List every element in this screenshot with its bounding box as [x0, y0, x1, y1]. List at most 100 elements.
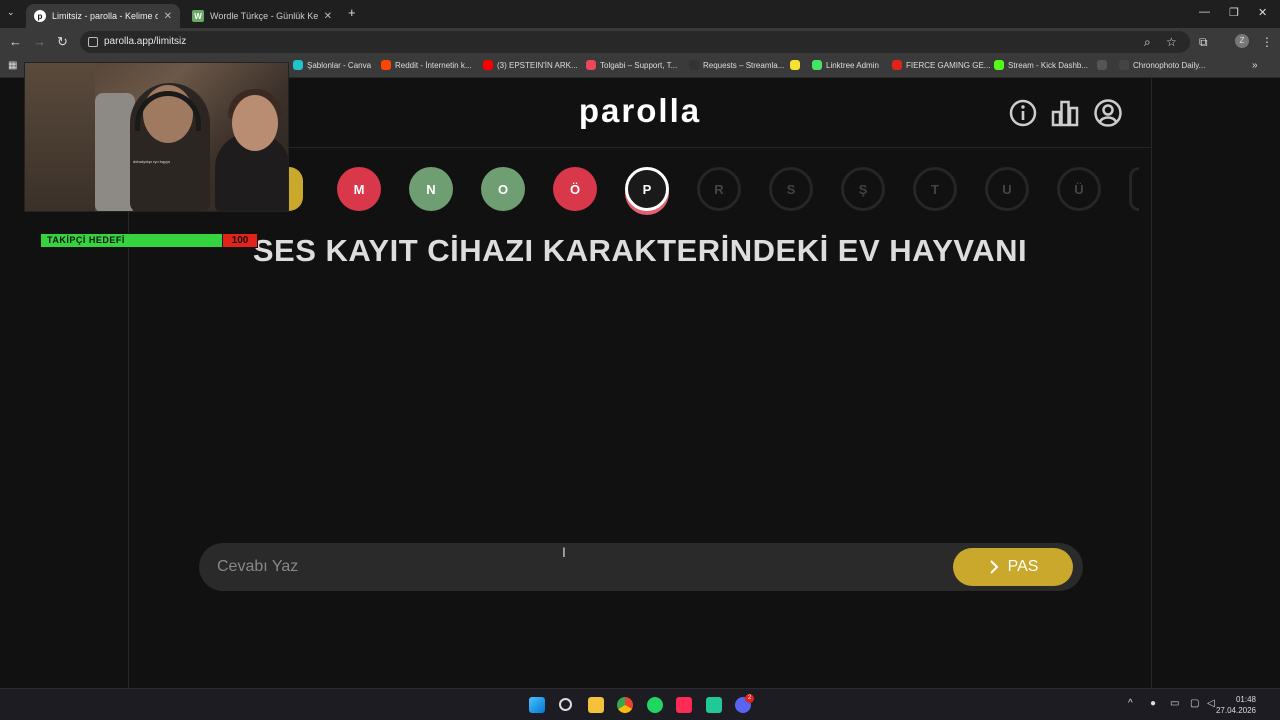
webcam-chair [95, 93, 135, 211]
clock[interactable]: 01:48 27.04.2026 [1216, 694, 1256, 716]
chrome-icon[interactable] [617, 697, 633, 713]
new-tab-button[interactable]: + [348, 5, 356, 20]
keyboard-icon[interactable]: ▭ [1170, 698, 1179, 709]
reload-icon[interactable]: ↻ [57, 34, 68, 50]
spotify-icon[interactable] [647, 697, 663, 713]
clock-date: 27.04.2026 [1215, 706, 1256, 715]
chevron-right-icon [989, 560, 998, 574]
wordle-favicon-icon: W [192, 10, 204, 22]
window-close-icon[interactable]: ✕ [1258, 6, 1267, 19]
bookmark-chronophoto[interactable]: Chronophoto Daily... [1119, 60, 1205, 70]
letter-circle: R [697, 167, 741, 211]
bookmark-tolgabi[interactable]: Tolgabi – Support, T... [586, 60, 677, 70]
tab-limitsiz[interactable]: p Limitsiz - parolla - Kelime oyunu ✕ [26, 4, 180, 28]
search-icon[interactable] [559, 698, 572, 711]
url-text: parolla.app/limitsiz [104, 36, 187, 47]
parolla-favicon-icon: p [34, 10, 46, 22]
letter-circle: P [625, 167, 669, 211]
zoom-icon[interactable]: ⌕ [1144, 35, 1151, 50]
forward-icon[interactable]: → [33, 34, 46, 49]
menu-icon[interactable]: ⋮ [1261, 35, 1273, 49]
close-icon[interactable]: ✕ [324, 11, 332, 22]
tray-chevron-icon[interactable]: ^ [1128, 698, 1133, 709]
answer-box: PAS [199, 543, 1083, 591]
restore-icon[interactable]: ❐ [1229, 6, 1239, 19]
user-icon[interactable] [1093, 98, 1123, 128]
stats-icon[interactable] [1050, 98, 1080, 128]
follower-goal-value: 100 [223, 234, 257, 247]
kick-icon [994, 60, 1004, 70]
youtube-icon [483, 60, 493, 70]
address-toolbar: ← → ↻ parolla.app/limitsiz ⌕ ☆ ⧉ Z ⋮ [0, 28, 1280, 56]
letter-circle: O [481, 167, 525, 211]
clock-time: 01:48 [1235, 695, 1256, 704]
webcam-shirt-text: ddrudydqn ryo bqyys [133, 159, 171, 164]
bookmark-kick[interactable]: Stream - Kick Dashb... [994, 60, 1088, 70]
letter-circle: Ü [1057, 167, 1101, 211]
bookmark-github[interactable] [1097, 60, 1111, 70]
bookmark-youtube[interactable]: (3) EPSTEIN'İN ARK... [483, 60, 578, 70]
letter-circle: U [985, 167, 1029, 211]
bookmark-label: Tolgabi – Support, T... [600, 60, 678, 70]
bookmark-snapchat[interactable] [790, 60, 804, 70]
question-text: SES KAYIT CİHAZI KARAKTERİNDEKİ EV HAYVA… [252, 233, 1028, 268]
network-icon[interactable]: ▢ [1190, 698, 1199, 709]
tab-title: Limitsiz - parolla - Kelime oyunu [52, 11, 158, 21]
more-bookmarks-icon[interactable]: » [1252, 60, 1258, 71]
canva-icon [293, 60, 303, 70]
windows-start-icon[interactable] [529, 697, 545, 713]
letter-circle: S [769, 167, 813, 211]
browser-tab-bar: ⌄ p Limitsiz - parolla - Kelime oyunu ✕ … [0, 0, 1280, 28]
site-info-icon[interactable] [88, 37, 98, 47]
extensions-icon[interactable]: ⧉ [1199, 35, 1208, 50]
fierce-icon [892, 60, 902, 70]
minimize-icon[interactable]: — [1199, 6, 1210, 18]
answer-input[interactable] [217, 553, 917, 581]
app-green-icon[interactable] [706, 697, 722, 713]
tiktok-icon[interactable] [676, 697, 692, 713]
bookmark-star-icon[interactable]: ☆ [1166, 35, 1177, 49]
bookmark-linktree[interactable]: Linktree Admin [812, 60, 879, 70]
microphone-icon[interactable]: ● [1150, 698, 1156, 709]
follower-goal-label: TAKİPÇİ HEDEFİ [47, 235, 125, 245]
url-bar[interactable]: parolla.app/limitsiz [80, 31, 1190, 53]
letter-circle: Ş [841, 167, 885, 211]
apps-grid-icon[interactable]: ▦ [8, 60, 17, 71]
bookmark-label: Linktree Admin [826, 60, 879, 70]
bookmark-label: (3) EPSTEIN'İN ARK... [497, 60, 578, 70]
bookmark-label: Requests – Streamla... [703, 60, 785, 70]
profile-avatar[interactable]: Z [1235, 34, 1249, 48]
bookmark-label: FIERCE GAMING GE... [906, 60, 991, 70]
snapchat-icon [790, 60, 800, 70]
close-icon[interactable]: ✕ [164, 11, 172, 22]
github-icon [1097, 60, 1107, 70]
info-icon[interactable] [1008, 98, 1038, 128]
text-cursor-icon: I [562, 544, 566, 560]
letter-circle: N [409, 167, 453, 211]
bookmark-fierce[interactable]: FIERCE GAMING GE... [892, 60, 990, 70]
bookmark-label: Şablonlar - Canva [307, 60, 372, 70]
webcam-background [25, 63, 95, 211]
linktree-icon [812, 60, 822, 70]
pass-button[interactable]: PAS [953, 548, 1073, 586]
bookmark-label: Chronophoto Daily... [1133, 60, 1206, 70]
streamlabs-icon [689, 60, 699, 70]
letter-circle [1129, 167, 1139, 211]
tab-search-chevron-icon[interactable]: ⌄ [7, 7, 15, 18]
back-icon[interactable]: ← [9, 34, 22, 49]
chronophoto-icon [1119, 60, 1129, 70]
discord-badge: 2 [745, 694, 754, 703]
reddit-icon [381, 60, 391, 70]
bookmark-streamlabs[interactable]: Requests – Streamla... [689, 60, 784, 70]
tab-wordle[interactable]: W Wordle Türkçe - Günlük Kelime ✕ [184, 4, 340, 28]
letter-circle: Ö [553, 167, 597, 211]
webcam-person-right-head [232, 95, 278, 151]
bookmark-reddit[interactable]: Reddit - İnternetin k... [381, 60, 471, 70]
file-explorer-icon[interactable] [588, 697, 604, 713]
webcam-overlay: ddrudydqn ryo bqyys [24, 62, 289, 212]
tab-title: Wordle Türkçe - Günlük Kelime [210, 11, 318, 21]
patreon-icon [586, 60, 596, 70]
volume-icon[interactable]: ◁ [1207, 698, 1215, 709]
bookmark-label: Reddit - İnternetin k... [395, 60, 472, 70]
bookmark-canva[interactable]: Şablonlar - Canva [293, 60, 371, 70]
